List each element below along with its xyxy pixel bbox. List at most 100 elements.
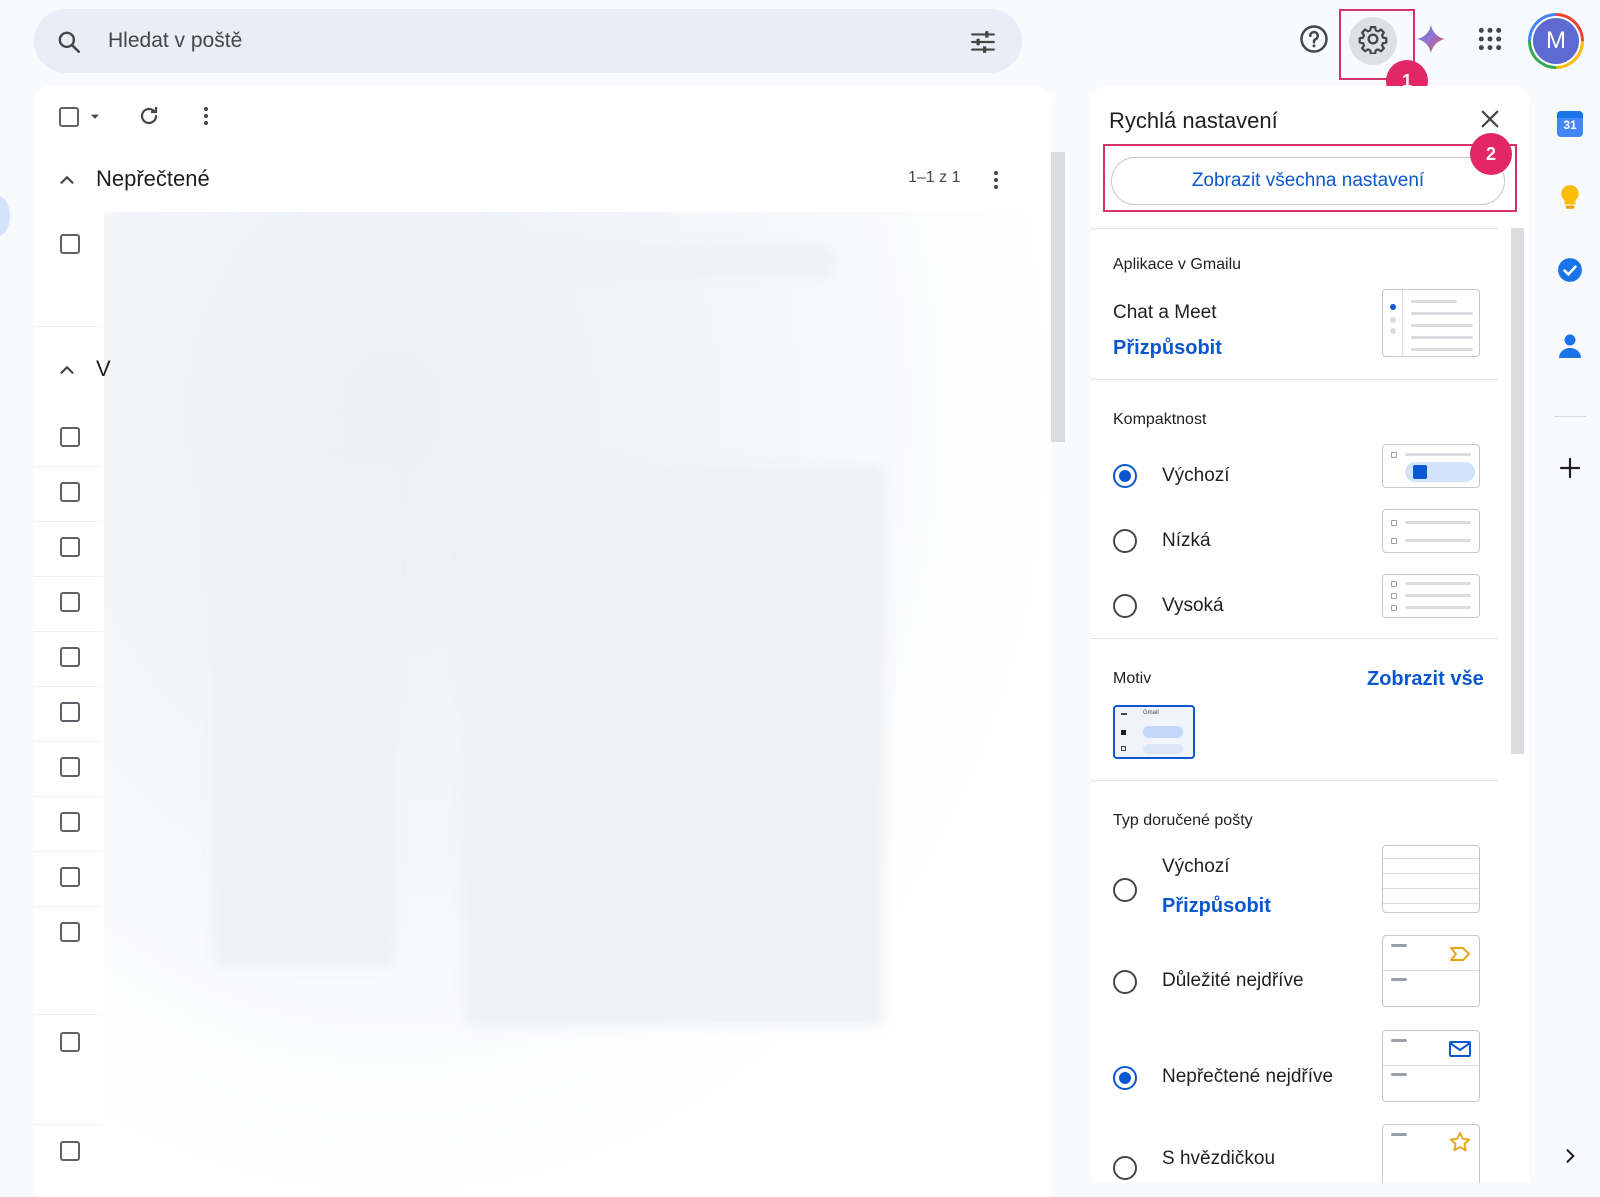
row-divider — [34, 906, 102, 907]
mail-list-panel: Nepřečtené 1–1 z 1 V — [34, 86, 1052, 1197]
theme-thumbnail-label: Gmail — [1143, 710, 1159, 716]
email-row-checkbox[interactable] — [60, 427, 80, 447]
divider — [1091, 228, 1499, 229]
email-row-checkbox[interactable] — [60, 922, 80, 942]
collapse-chevron-icon[interactable] — [56, 359, 78, 386]
email-row-checkbox[interactable] — [60, 482, 80, 502]
email-row-checkbox[interactable] — [60, 592, 80, 612]
quick-settings-scroll: Aplikace v Gmailu Chat a Meet Přizpůsobi… — [1091, 228, 1511, 1183]
divider — [1091, 780, 1499, 781]
blurred-column — [464, 466, 884, 1026]
search-bar[interactable] — [34, 9, 1022, 73]
divider — [1091, 638, 1499, 639]
customize-apps-link[interactable]: Přizpůsobit — [1113, 337, 1222, 360]
email-row-checkbox[interactable] — [60, 1141, 80, 1161]
blurred-column — [214, 466, 394, 966]
row-divider — [34, 521, 102, 522]
inbox-important-first-label: Důležité nejdříve — [1162, 970, 1304, 991]
density-heading: Kompaktnost — [1113, 411, 1207, 428]
important-marker-icon — [1449, 946, 1471, 967]
more-options-icon[interactable] — [194, 104, 218, 133]
refresh-icon[interactable] — [137, 104, 161, 133]
select-all-checkbox[interactable] — [59, 107, 79, 127]
density-high-radio[interactable] — [1113, 594, 1137, 618]
help-button[interactable] — [1290, 17, 1338, 65]
inbox-default-label: Výchozí — [1162, 856, 1230, 877]
tasks-check-icon — [1557, 257, 1583, 288]
density-low-radio[interactable] — [1113, 529, 1137, 553]
email-row-checkbox[interactable] — [60, 867, 80, 887]
side-panel-divider — [1554, 416, 1586, 417]
side-panel: 31 — [1540, 86, 1600, 1197]
select-menu-chevron-icon[interactable] — [88, 110, 102, 129]
collapse-chevron-icon[interactable] — [56, 169, 78, 196]
divider — [1091, 379, 1499, 380]
plus-icon — [1558, 456, 1582, 485]
close-icon[interactable] — [1479, 108, 1501, 135]
envelope-icon — [1449, 1041, 1471, 1062]
row-divider — [34, 576, 102, 577]
density-default-label: Výchozí — [1162, 465, 1230, 486]
row-divider — [34, 851, 102, 852]
mail-list-scrollbar[interactable] — [1051, 152, 1065, 442]
email-row-checkbox[interactable] — [60, 1032, 80, 1052]
step-badge-2: 2 — [1470, 133, 1512, 175]
quick-settings-scrollbar[interactable] — [1511, 228, 1524, 754]
email-row-checkbox[interactable] — [60, 757, 80, 777]
density-high-thumbnail — [1382, 574, 1480, 618]
contacts-app-button[interactable] — [1552, 330, 1588, 366]
density-default-thumbnail — [1382, 444, 1480, 488]
row-divider — [34, 1124, 102, 1125]
email-row-checkbox[interactable] — [60, 647, 80, 667]
email-row-checkbox[interactable] — [60, 537, 80, 557]
inbox-starred-thumbnail — [1382, 1124, 1480, 1183]
inbox-unread-thumbnail — [1382, 1030, 1480, 1102]
help-icon — [1299, 24, 1329, 59]
row-divider — [34, 1014, 102, 1015]
row-divider — [34, 326, 102, 327]
add-app-button[interactable] — [1552, 452, 1588, 488]
email-row-checkbox[interactable] — [60, 702, 80, 722]
row-divider — [34, 631, 102, 632]
search-input[interactable] — [108, 21, 928, 61]
expand-panel-button[interactable] — [1552, 1140, 1588, 1176]
section-count: 1–1 z 1 — [908, 169, 961, 186]
theme-thumbnail[interactable]: Gmail — [1113, 705, 1195, 759]
account-avatar[interactable]: M — [1528, 13, 1584, 69]
calendar-app-button[interactable]: 31 — [1552, 106, 1588, 142]
inbox-customize-link[interactable]: Přizpůsobit — [1162, 895, 1271, 918]
density-low-thumbnail — [1382, 509, 1480, 553]
keep-app-button[interactable] — [1552, 182, 1588, 218]
density-default-radio[interactable] — [1113, 464, 1137, 488]
chevron-right-icon — [1560, 1146, 1580, 1171]
tasks-app-button[interactable] — [1552, 254, 1588, 290]
row-divider — [34, 466, 102, 467]
inbox-unread-first-radio[interactable] — [1113, 1066, 1137, 1090]
row-divider — [34, 796, 102, 797]
inbox-starred-first-radio[interactable] — [1113, 1156, 1137, 1180]
mail-toolbar — [34, 86, 1052, 146]
section-more-icon[interactable] — [984, 168, 1008, 197]
apps-heading: Aplikace v Gmailu — [1113, 256, 1242, 273]
search-options-icon[interactable] — [970, 29, 996, 60]
inbox-default-thumbnail — [1382, 845, 1480, 913]
inbox-starred-first-label: S hvězdičkou — [1162, 1148, 1276, 1169]
gemini-sparkle-icon — [1415, 23, 1447, 60]
email-row-checkbox[interactable] — [60, 812, 80, 832]
inbox-default-radio[interactable] — [1113, 878, 1137, 902]
second-section-header[interactable]: V — [34, 341, 1052, 399]
row-divider — [34, 686, 102, 687]
search-icon[interactable] — [56, 29, 82, 60]
inbox-important-first-radio[interactable] — [1113, 970, 1137, 994]
email-row-checkbox[interactable] — [60, 234, 80, 254]
chat-meet-label: Chat a Meet — [1113, 302, 1217, 323]
google-apps-button[interactable] — [1466, 17, 1514, 65]
apps-grid-icon — [1477, 26, 1503, 57]
unread-section-header[interactable]: Nepřečtené 1–1 z 1 — [34, 151, 1052, 209]
density-low-label: Nízká — [1162, 530, 1211, 551]
star-icon — [1449, 1131, 1471, 1158]
left-nav-edge[interactable] — [0, 196, 10, 236]
inbox-unread-first-label: Nepřečtené nejdříve — [1162, 1066, 1334, 1087]
section-title: Nepřečtené — [96, 166, 210, 191]
theme-show-all-link[interactable]: Zobrazit vše — [1367, 668, 1484, 691]
